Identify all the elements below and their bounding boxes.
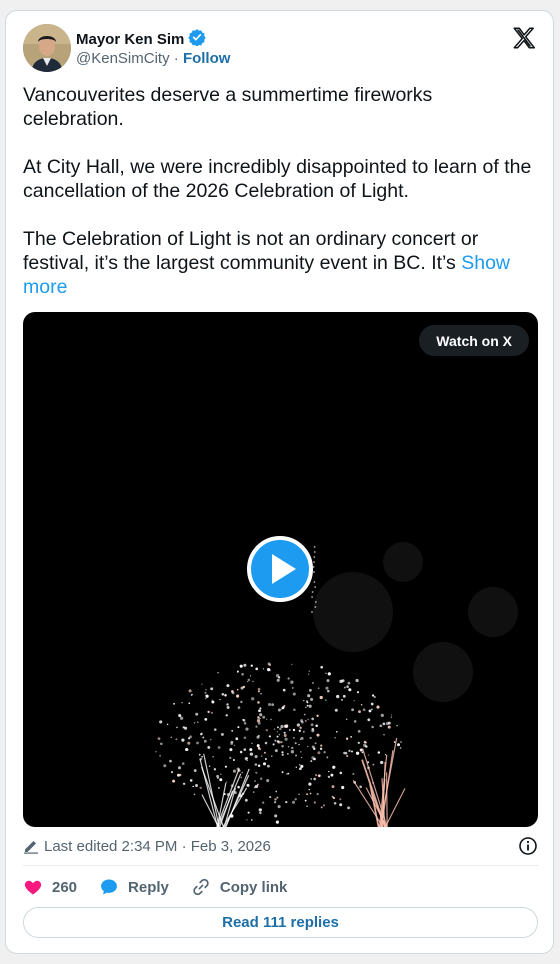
edited-timestamp[interactable]: Last edited 2:34 PM · Feb 3, 2026 [44,838,271,855]
tweet-text: Vancouverites deserve a summertime firew… [23,83,538,323]
link-icon [191,877,211,897]
reply-button[interactable]: Reply [99,877,169,897]
like-count: 260 [52,878,78,896]
tweet-card: Mayor Ken Sim @KenSimCity · Follow Vanco… [5,10,554,954]
author-name-row: Mayor Ken Sim [76,28,207,51]
tweet-paragraph-text: The Celebration of Light is not an ordin… [23,228,479,274]
like-button[interactable]: 260 [23,877,77,897]
play-icon[interactable] [247,536,313,602]
follow-link[interactable]: Follow [183,50,231,67]
reply-label: Reply [128,878,169,896]
verified-badge-icon [188,28,207,51]
edited-meta-row: Last edited 2:34 PM · Feb 3, 2026 [23,836,538,856]
read-replies-button[interactable]: Read 111 replies [23,907,538,938]
video-player[interactable]: Watch on X [23,312,538,827]
author-name[interactable]: Mayor Ken Sim [76,31,184,48]
action-bar: 260 Reply Copy link [23,876,309,898]
avatar[interactable] [23,24,71,72]
heart-icon [23,877,43,897]
copy-link-label: Copy link [219,878,288,896]
tweet-paragraph: The Celebration of Light is not an ordin… [23,227,538,299]
tweet-paragraph: At City Hall, we were incredibly disappo… [23,156,532,202]
copy-link-button[interactable]: Copy link [191,877,288,897]
x-logo-icon[interactable] [511,25,537,51]
edit-pencil-icon [23,838,39,854]
watch-on-x-button[interactable]: Watch on X [419,325,529,356]
tweet-paragraph: Vancouverites deserve a summertime firew… [23,84,433,130]
separator-dot: · [173,50,179,67]
info-icon[interactable] [518,836,538,860]
author-handle[interactable]: @KenSimCity [76,50,170,67]
reply-bubble-icon [99,877,119,897]
author-handle-row: @KenSimCity · Follow [76,50,230,67]
divider [23,865,538,866]
